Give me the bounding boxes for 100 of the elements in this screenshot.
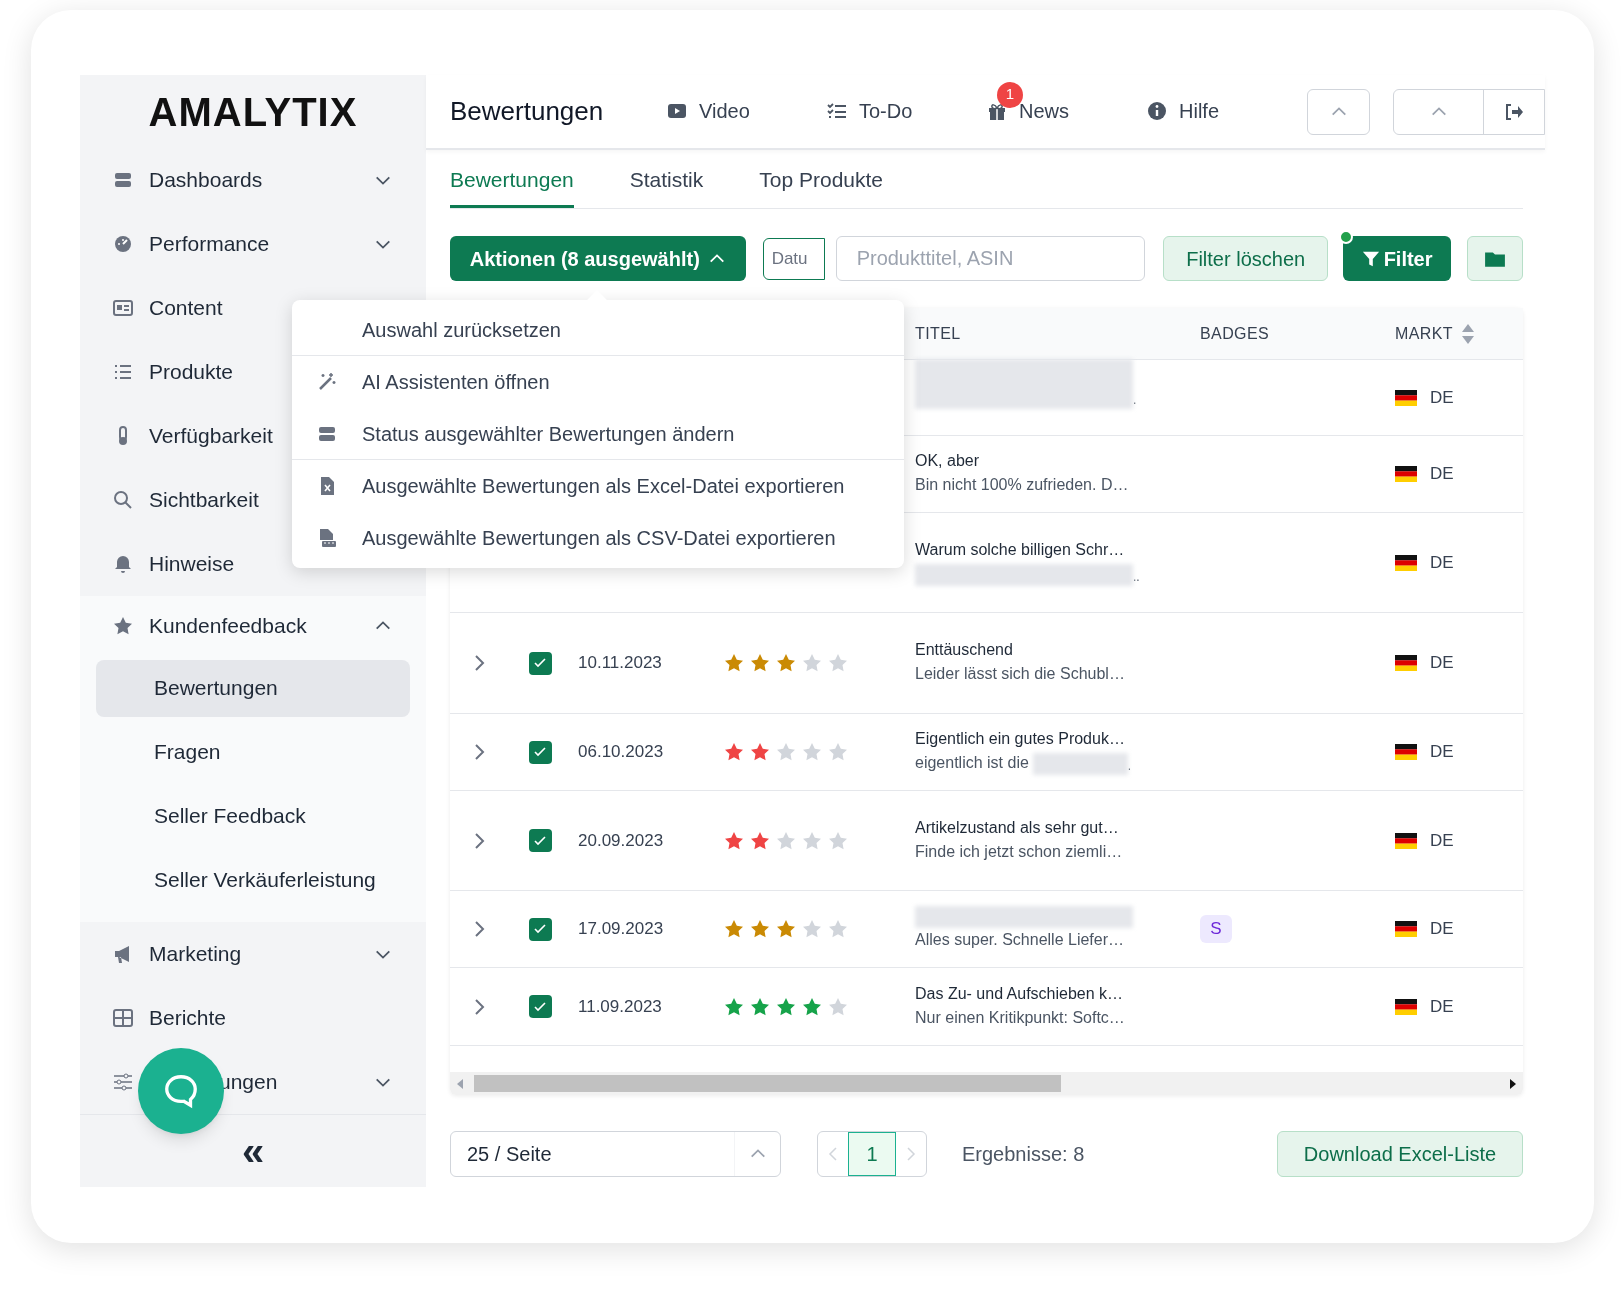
page-title: Bewertungen	[450, 95, 605, 128]
horizontal-scrollbar[interactable]	[450, 1072, 1523, 1095]
nav-link[interactable]: Video	[667, 95, 750, 126]
filter-button[interactable]: Filter	[1343, 236, 1452, 281]
star-icon	[802, 996, 822, 1017]
germany-flag-icon	[1395, 655, 1417, 671]
results-count: Ergebnisse: 8	[962, 1142, 1085, 1167]
star-icon	[724, 653, 744, 673]
expand-chevron-icon	[473, 920, 487, 938]
menu-item[interactable]: AI Assistenten öffnen	[292, 356, 904, 408]
page-size-select[interactable]: 25 / Seite	[450, 1131, 781, 1177]
table-icon	[113, 1008, 133, 1028]
review-text: Leider lässt sich die Schubl…	[915, 664, 1125, 684]
review-title: Eigentlich ein gutes Produk…	[915, 729, 1125, 749]
nav-link[interactable]: Hilfe	[1147, 95, 1219, 126]
review-title: Enttäuschend	[915, 640, 1013, 660]
tab[interactable]: Bewertungen	[450, 150, 574, 208]
date-field[interactable]: Datu	[762, 237, 825, 280]
column-header[interactable]: TITEL	[915, 321, 961, 346]
star-icon	[750, 742, 770, 762]
folder-button[interactable]	[1467, 236, 1523, 281]
menu-item[interactable]: Auswahl zurücksetzen	[292, 304, 904, 356]
menu-item[interactable]: Ausgewählte Bewertungen als Excel-Datei exportieren	[292, 460, 904, 512]
date-text: 17.09.2023	[578, 919, 664, 939]
checkmark-icon	[533, 656, 547, 670]
csv-file-icon	[317, 528, 337, 548]
column-header[interactable]: MARKT	[1395, 321, 1453, 346]
menu-item[interactable]: Ausgewählte Bewertungen als CSV-Datei exportieren	[292, 512, 904, 564]
star-icon	[113, 616, 133, 636]
review-title: Artikelzustand als sehr gut…	[915, 817, 1119, 838]
review-text: eigentlich ist die	[915, 753, 1029, 773]
expand-chevron-icon	[473, 831, 487, 850]
star-icon	[724, 996, 744, 1017]
sidebar-item[interactable]: Kundenfeedback	[80, 596, 426, 656]
search-field[interactable]: Produkttitel, ASIN	[835, 236, 1146, 281]
sort-icon	[1461, 322, 1475, 345]
star-icon	[750, 830, 770, 851]
star-icon	[802, 742, 822, 762]
sidebar-item[interactable]: Dashboards	[80, 148, 426, 212]
clear-filter-button[interactable]: Filter löschen	[1163, 236, 1329, 281]
star-icon	[724, 830, 744, 851]
checkbox[interactable]	[528, 651, 552, 675]
chevron-right-icon	[906, 1147, 916, 1161]
review-text: Alles super. Schnelle Liefer…	[915, 930, 1124, 950]
chat-bubble-icon	[162, 1072, 200, 1110]
market-text: DE	[1430, 386, 1454, 409]
submenu-item[interactable]: Fragen	[96, 723, 410, 781]
star-icon	[776, 653, 796, 673]
expand-chevron-icon	[473, 997, 487, 1016]
submenu-item[interactable]: Seller Verkäuferleistung	[96, 851, 410, 909]
market-text: DE	[1430, 741, 1454, 764]
market-text: DE	[1430, 652, 1454, 675]
menu-item[interactable]: Status ausgewählter Bewertungen ändern	[292, 408, 904, 460]
collapse-button[interactable]: «	[237, 1131, 269, 1171]
date-text: 20.09.2023	[578, 830, 664, 850]
checkbox[interactable]	[528, 995, 552, 1018]
review-text: ..	[1133, 568, 1140, 586]
actions-button[interactable]: Aktionen (8 ausgewählt)	[450, 236, 746, 281]
star-icon	[776, 830, 796, 851]
review-text: Finde ich jetzt schon ziemli…	[915, 841, 1123, 862]
logo: AMALYTIX	[147, 88, 359, 136]
star-icon	[802, 653, 822, 673]
submenu-item[interactable]: Seller Feedback	[96, 787, 410, 845]
star-icon	[724, 742, 744, 762]
checkbox[interactable]	[528, 829, 552, 852]
column-header[interactable]: BADGES	[1200, 321, 1270, 346]
star-icon	[828, 742, 848, 762]
sidebar-item[interactable]: Performance	[80, 212, 426, 276]
sidebar-item[interactable]: Berichte	[80, 986, 426, 1050]
checkbox[interactable]	[528, 740, 552, 764]
star-icon	[828, 653, 848, 673]
star-icon	[724, 919, 744, 939]
star-icon	[750, 996, 770, 1017]
review-text: .	[1127, 758, 1132, 775]
download-button[interactable]: Download Excel-Liste	[1277, 1131, 1523, 1177]
nav-link[interactable]: To-Do	[827, 95, 913, 126]
tab[interactable]: Statistik	[629, 150, 704, 208]
review-text: Bin nicht 100% zufrieden. D…	[915, 475, 1129, 495]
market-text: DE	[1430, 463, 1454, 486]
star-icon	[750, 653, 770, 673]
germany-flag-icon	[1395, 389, 1417, 406]
magic-wand-icon	[317, 372, 337, 392]
review-title: Das Zu- und Aufschieben k…	[915, 983, 1124, 1004]
market-text: DE	[1430, 551, 1454, 574]
page-button[interactable]: 1	[848, 1132, 896, 1176]
star-icon	[776, 919, 796, 939]
checkbox[interactable]	[528, 917, 552, 941]
review-title: Warum solche billigen Schr…	[915, 539, 1125, 560]
checkmark-icon	[533, 999, 547, 1014]
scrollbar-thumb[interactable]	[474, 1075, 1061, 1092]
sidebar-item[interactable]: Marketing	[80, 922, 426, 986]
list-icon	[113, 362, 133, 382]
submenu-item[interactable]: Bewertungen	[96, 659, 410, 717]
server-icon	[113, 170, 133, 190]
gauge-icon	[113, 234, 133, 254]
germany-flag-icon	[1395, 466, 1417, 482]
germany-flag-icon	[1395, 998, 1417, 1015]
market-text: DE	[1430, 918, 1454, 941]
tab[interactable]: Top Produkte	[759, 150, 884, 208]
checklist-icon	[827, 100, 847, 121]
